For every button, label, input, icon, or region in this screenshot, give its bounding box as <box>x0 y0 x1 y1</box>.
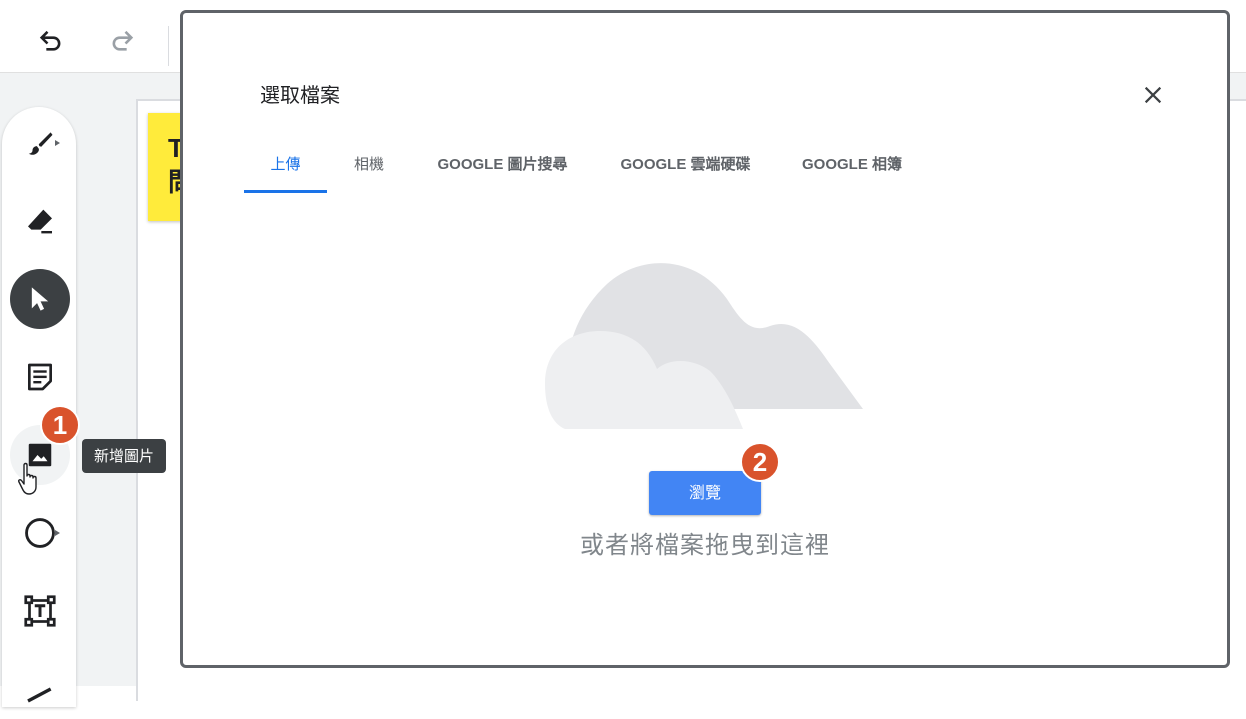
tab-camera[interactable]: 相機 <box>344 145 394 193</box>
dialog-title: 選取檔案 <box>260 83 340 107</box>
pen-options-arrow-icon <box>55 140 60 146</box>
sticky-note-icon <box>28 363 52 391</box>
image-tool-tooltip: 新增圖片 <box>82 439 167 473</box>
shape-options-arrow-icon <box>55 530 60 536</box>
toolbar-divider <box>168 26 169 66</box>
drop-hint-text: 或者將檔案拖曳到這裡 <box>580 531 830 559</box>
shape-tool-button[interactable] <box>10 503 70 563</box>
text-box-tool-button[interactable] <box>10 581 70 641</box>
step-1-badge: 1 <box>40 405 80 445</box>
laser-pointer-icon <box>27 687 52 703</box>
hand-cursor-icon <box>18 462 37 495</box>
browse-button[interactable]: 瀏覽 <box>649 471 761 515</box>
close-icon <box>1144 86 1162 104</box>
circle-shape-icon <box>25 518 55 548</box>
select-cursor-icon <box>31 287 49 311</box>
file-picker-dialog: 選取檔案 上傳 相機 GOOGLE 圖片搜尋 GOOGLE 雲端硬碟 GOOGL… <box>180 10 1230 668</box>
redo-button[interactable] <box>104 22 140 58</box>
tab-google-image-search[interactable]: GOOGLE 圖片搜尋 <box>434 145 571 193</box>
tab-google-photos[interactable]: GOOGLE 相簿 <box>800 145 904 193</box>
tab-google-drive[interactable]: GOOGLE 雲端硬碟 <box>618 145 753 193</box>
select-tool-button[interactable] <box>10 269 70 329</box>
undo-icon <box>39 30 61 51</box>
eraser-tool-button[interactable] <box>10 191 70 251</box>
step-2-badge: 2 <box>740 442 780 482</box>
laser-tool-button[interactable] <box>10 659 70 719</box>
undo-button[interactable] <box>33 22 69 58</box>
eraser-icon <box>28 209 52 234</box>
tab-upload[interactable]: 上傳 <box>244 145 327 193</box>
sticky-note-tool-button[interactable] <box>10 347 70 407</box>
redo-icon <box>112 30 134 51</box>
close-button[interactable] <box>1135 77 1171 113</box>
pen-icon <box>28 132 53 155</box>
cloud-upload-illustration <box>545 263 863 429</box>
pen-tool-button[interactable] <box>10 113 70 173</box>
text-box-icon <box>24 595 56 627</box>
